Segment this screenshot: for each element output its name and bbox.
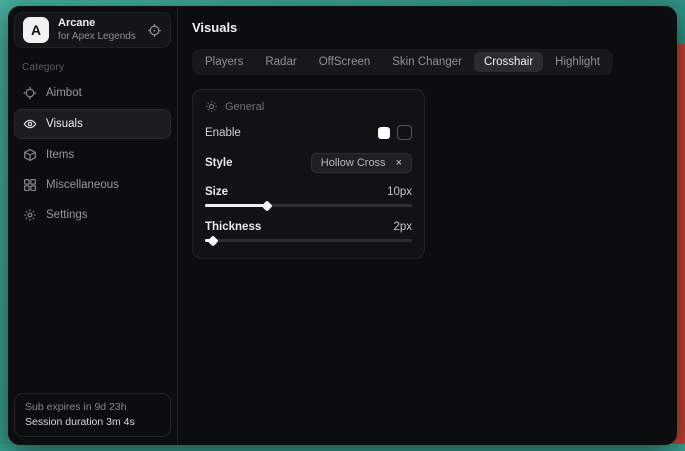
sidebar-item-items[interactable]: Items (14, 141, 171, 169)
tab-highlight[interactable]: Highlight (545, 52, 610, 72)
size-label: Size (205, 186, 228, 198)
size-slider-fill (205, 204, 267, 207)
style-select[interactable]: Hollow Cross × (311, 153, 412, 173)
thickness-value: 2px (393, 221, 412, 233)
sidebar-item-visuals[interactable]: Visuals (14, 109, 171, 139)
tab-skin-changer[interactable]: Skin Changer (382, 52, 472, 72)
arcane-overlay-window: A Arcane for Apex Legends Category (8, 6, 677, 445)
app-name: Arcane (58, 17, 138, 31)
tab-radar[interactable]: Radar (255, 52, 306, 72)
tab-players[interactable]: Players (195, 52, 253, 72)
tab-crosshair[interactable]: Crosshair (474, 52, 543, 72)
sidebar-item-label: Miscellaneous (46, 179, 119, 191)
tab-offscreen[interactable]: OffScreen (309, 52, 381, 72)
size-slider-thumb[interactable] (261, 200, 272, 211)
page-title: Visuals (192, 20, 663, 35)
sidebar-item-label: Settings (46, 209, 88, 221)
color-swatch[interactable] (378, 127, 390, 139)
sidebar-item-miscellaneous[interactable]: Miscellaneous (14, 171, 171, 199)
sidebar-item-aimbot[interactable]: Aimbot (14, 79, 171, 107)
box-icon (23, 148, 37, 162)
sidebar-spacer (14, 229, 171, 393)
thickness-slider-thumb[interactable] (208, 235, 219, 246)
thickness-slider-fill (205, 239, 213, 242)
category-label: Category (22, 62, 171, 73)
logo-card: A Arcane for Apex Legends (14, 12, 171, 48)
thickness-row: Thickness 2px (205, 221, 412, 233)
sidebar: A Arcane for Apex Legends Category (8, 6, 178, 445)
enable-controls (378, 125, 412, 140)
style-label: Style (205, 157, 233, 169)
enable-label: Enable (205, 127, 241, 139)
tab-bar: Players Radar OffScreen Skin Changer Cro… (192, 49, 613, 75)
thickness-label: Thickness (205, 221, 261, 233)
sidebar-nav: Aimbot Visuals Items (14, 79, 171, 229)
app-logo: A (23, 17, 49, 43)
gear-icon (23, 208, 37, 222)
enable-row: Enable (205, 125, 412, 140)
panel-header: General (205, 100, 412, 113)
subscription-card: Sub expires in 9d 23h Session duration 3… (14, 393, 171, 437)
grid-icon (23, 178, 37, 192)
sidebar-item-label: Visuals (46, 118, 83, 130)
sidebar-item-label: Items (46, 149, 74, 161)
clear-icon[interactable]: × (396, 158, 402, 169)
style-value: Hollow Cross (321, 157, 386, 169)
size-slider[interactable] (205, 204, 412, 207)
sidebar-item-settings[interactable]: Settings (14, 201, 171, 229)
thickness-slider[interactable] (205, 239, 412, 242)
crosshair-icon (23, 86, 37, 100)
session-duration-text: Session duration 3m 4s (25, 416, 160, 428)
target-icon[interactable] (147, 23, 162, 38)
app-title-block: Arcane for Apex Legends (58, 17, 138, 43)
app-subtitle: for Apex Legends (58, 31, 138, 44)
general-panel: General Enable Style Hollow Cross × (192, 89, 425, 259)
eye-icon (23, 117, 37, 131)
background-bottom (0, 444, 685, 451)
panel-header-label: General (225, 101, 264, 113)
sub-expires-text: Sub expires in 9d 23h (25, 401, 160, 413)
enable-checkbox[interactable] (397, 125, 412, 140)
sidebar-item-label: Aimbot (46, 87, 82, 99)
style-row: Style Hollow Cross × (205, 153, 412, 173)
size-value: 10px (387, 186, 412, 198)
size-row: Size 10px (205, 186, 412, 198)
main-content: Visuals Players Radar OffScreen Skin Cha… (178, 6, 677, 445)
sun-icon (205, 100, 218, 113)
